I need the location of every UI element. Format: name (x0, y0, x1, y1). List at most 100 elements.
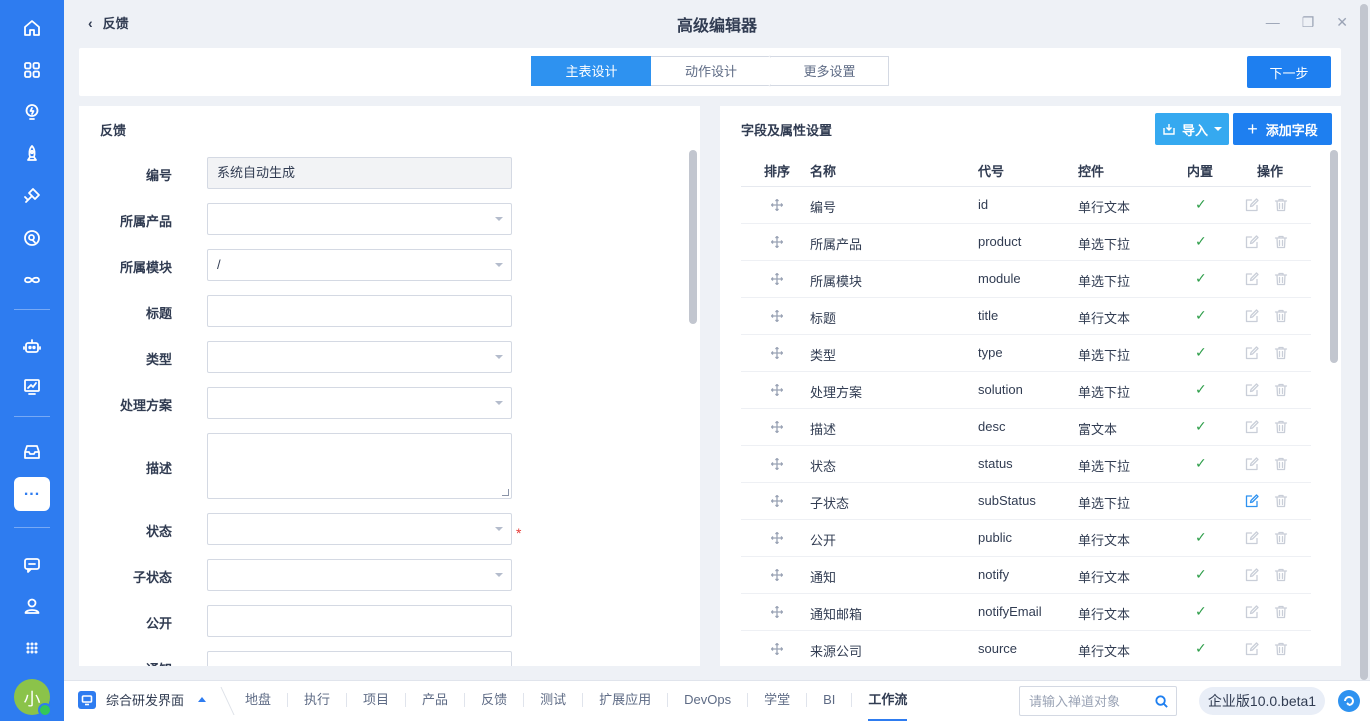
table-row[interactable]: 通知邮箱 notifyEmail 单行文本 ✓ (741, 594, 1311, 631)
table-row[interactable]: 来源公司 source 单行文本 ✓ (741, 631, 1311, 666)
search-input[interactable] (1020, 687, 1140, 715)
edit-icon[interactable] (1245, 605, 1259, 619)
drag-handle-icon[interactable] (770, 457, 784, 471)
bottom-nav-item[interactable]: 产品 (405, 693, 464, 707)
search-icon[interactable] (1146, 687, 1176, 715)
home-icon[interactable] (14, 11, 50, 45)
minimize-icon[interactable]: — (1266, 14, 1280, 31)
status-select[interactable] (207, 513, 512, 545)
chart-board-icon[interactable] (14, 370, 50, 404)
avatar[interactable]: 小 (14, 679, 52, 717)
step-action-design[interactable]: 动作设计 (651, 56, 771, 86)
edit-icon[interactable] (1245, 383, 1259, 397)
next-step-button[interactable]: 下一步 (1247, 56, 1331, 88)
version-badge[interactable]: 企业版10.0.beta1 (1199, 687, 1325, 715)
bottom-nav-item[interactable]: 测试 (523, 693, 582, 707)
bottom-nav-item[interactable]: BI (806, 693, 851, 707)
bottom-nav-item[interactable]: DevOps (667, 693, 747, 707)
table-row[interactable]: 类型 type 单选下拉 ✓ (741, 335, 1311, 372)
chat-icon[interactable] (14, 547, 50, 581)
table-row[interactable]: 通知 notify 单行文本 ✓ (741, 557, 1311, 594)
step-more-settings[interactable]: 更多设置 (771, 56, 889, 86)
drag-handle-icon[interactable] (770, 420, 784, 434)
user-icon[interactable] (14, 589, 50, 623)
product-select[interactable] (207, 203, 512, 235)
table-row[interactable]: 子状态 subStatus 单选下拉 (741, 483, 1311, 520)
edit-icon[interactable] (1245, 420, 1259, 434)
bottom-nav-item[interactable]: 学堂 (747, 693, 806, 707)
drag-handle-icon[interactable] (770, 272, 784, 286)
satellite-icon[interactable] (14, 179, 50, 213)
bottom-nav-item[interactable]: 工作流 (851, 693, 923, 721)
trash-icon[interactable] (1274, 531, 1288, 545)
table-row[interactable]: 编号 id 单行文本 ✓ (741, 187, 1311, 224)
trash-icon[interactable] (1274, 309, 1288, 323)
trash-icon[interactable] (1274, 605, 1288, 619)
table-row[interactable]: 标题 title 单行文本 ✓ (741, 298, 1311, 335)
import-button[interactable]: 导入 (1155, 113, 1229, 145)
public-input[interactable] (207, 605, 512, 637)
module-select[interactable]: / (207, 249, 512, 281)
trash-icon[interactable] (1274, 383, 1288, 397)
bottom-nav-item[interactable]: 扩展应用 (582, 693, 667, 707)
edit-icon[interactable] (1245, 568, 1259, 582)
drag-handle-icon[interactable] (770, 568, 784, 582)
bottom-nav-item[interactable]: 地盘 (245, 693, 287, 707)
trash-icon[interactable] (1274, 420, 1288, 434)
edit-icon[interactable] (1245, 272, 1259, 286)
title-input[interactable] (207, 295, 512, 327)
app-switcher[interactable]: 综合研发界面 (78, 690, 207, 709)
trash-icon[interactable] (1274, 457, 1288, 471)
edit-icon[interactable] (1245, 531, 1259, 545)
form-scrollbar[interactable] (689, 150, 697, 324)
trash-icon[interactable] (1274, 642, 1288, 656)
trash-icon[interactable] (1274, 494, 1288, 508)
solution-select[interactable] (207, 387, 512, 419)
infinity-icon[interactable] (14, 263, 50, 297)
trash-icon[interactable] (1274, 272, 1288, 286)
table-row[interactable]: 所属模块 module 单选下拉 ✓ (741, 261, 1311, 298)
drag-handle-icon[interactable] (770, 383, 784, 397)
table-row[interactable]: 所属产品 product 单选下拉 ✓ (741, 224, 1311, 261)
drag-handle-icon[interactable] (770, 198, 784, 212)
page-scrollbar[interactable] (1358, 0, 1370, 680)
table-row[interactable]: 公开 public 单行文本 ✓ (741, 520, 1311, 557)
edit-icon[interactable] (1245, 494, 1259, 508)
close-icon[interactable]: ✕ (1336, 14, 1348, 31)
drag-handle-icon[interactable] (770, 605, 784, 619)
table-row[interactable]: 描述 desc 富文本 ✓ (741, 409, 1311, 446)
edit-icon[interactable] (1245, 198, 1259, 212)
notify-input[interactable] (207, 651, 512, 666)
search-circle-icon[interactable] (14, 221, 50, 255)
apps-grid-icon[interactable] (14, 53, 50, 87)
more-icon[interactable]: ... (14, 477, 50, 511)
trash-icon[interactable] (1274, 198, 1288, 212)
trash-icon[interactable] (1274, 235, 1288, 249)
drag-handle-icon[interactable] (770, 642, 784, 656)
bottom-nav-item[interactable]: 项目 (346, 693, 405, 707)
substatus-select[interactable] (207, 559, 512, 591)
edit-icon[interactable] (1245, 309, 1259, 323)
edit-icon[interactable] (1245, 235, 1259, 249)
bottom-nav-item[interactable]: 执行 (287, 693, 346, 707)
desc-textarea[interactable] (207, 433, 512, 499)
restore-icon[interactable]: ❐ (1302, 14, 1315, 31)
bottom-nav-item[interactable]: 反馈 (464, 693, 523, 707)
add-field-button[interactable]: + 添加字段 (1233, 113, 1332, 145)
drag-handle-icon[interactable] (770, 309, 784, 323)
type-select[interactable] (207, 341, 512, 373)
drag-handle-icon[interactable] (770, 494, 784, 508)
step-main-table[interactable]: 主表设计 (531, 56, 665, 86)
zentao-logo-icon[interactable] (1338, 690, 1360, 712)
grid-dots-icon[interactable] (14, 631, 50, 665)
drag-handle-icon[interactable] (770, 531, 784, 545)
edit-icon[interactable] (1245, 346, 1259, 360)
edit-icon[interactable] (1245, 457, 1259, 471)
drag-handle-icon[interactable] (770, 346, 784, 360)
rocket-icon[interactable] (14, 137, 50, 171)
inbox-icon[interactable] (14, 435, 50, 469)
table-row[interactable]: 状态 status 单选下拉 ✓ (741, 446, 1311, 483)
resize-handle-icon[interactable] (502, 489, 509, 496)
robot-icon[interactable] (14, 329, 50, 363)
lightbulb-icon[interactable] (14, 95, 50, 129)
